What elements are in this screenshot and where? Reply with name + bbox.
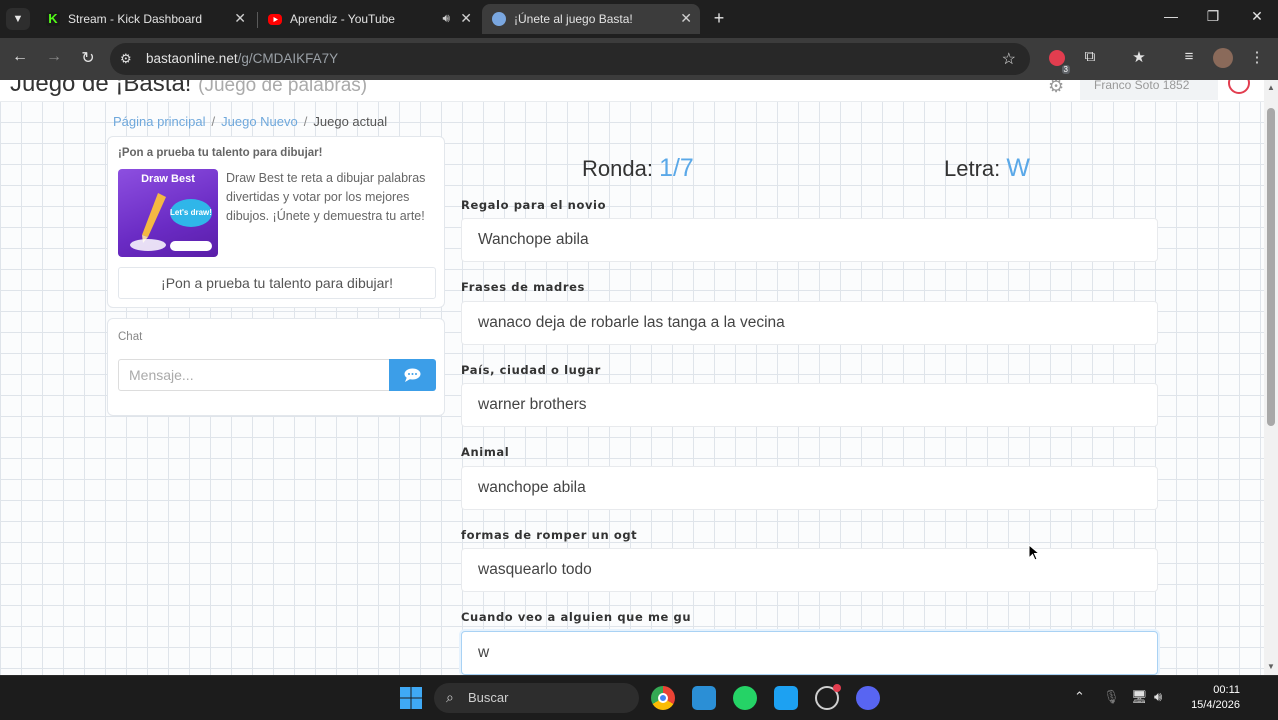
- whatsapp-icon[interactable]: [733, 686, 757, 710]
- favorites-icon[interactable]: ★: [1128, 48, 1150, 70]
- answer-input[interactable]: wasquearlo todo: [461, 548, 1158, 592]
- user-menu[interactable]: Franco Soto 1852: [1080, 80, 1218, 100]
- tab-title: ¡Únete al juego Basta!: [514, 12, 633, 26]
- breadcrumb: Página principal / Juego Nuevo / Juego actua…: [113, 114, 388, 129]
- chat-send-button[interactable]: [389, 359, 436, 391]
- twitter-icon[interactable]: [774, 686, 798, 710]
- chat-title: Chat: [118, 331, 143, 343]
- browser-toolbar: ← → ↻ ⚙ bastaonline.net/g/CMDAIKFA7Y ☆ 3…: [0, 38, 1278, 80]
- extension-adblock-icon[interactable]: 3: [1046, 48, 1070, 74]
- tab-youtube[interactable]: Aprendiz - YouTube 🔊︎ ✕: [258, 4, 480, 34]
- answer-input-active[interactable]: w: [461, 631, 1158, 675]
- scrollbar-thumb[interactable]: [1267, 108, 1275, 426]
- network-icon[interactable]: 🖥︎: [1131, 689, 1148, 705]
- category-label: formas de romper un ogt: [461, 528, 638, 542]
- youtube-logo-icon: [268, 14, 282, 25]
- close-tab-icon[interactable]: ✕: [460, 10, 472, 27]
- pencil-icon: [130, 193, 212, 251]
- clock-time: 00:11: [1213, 684, 1240, 696]
- chat-message-input[interactable]: Mensaje...: [118, 359, 390, 391]
- volume-icon[interactable]: 🔊︎: [1154, 689, 1162, 705]
- clock-date: 15/4/2026: [1191, 699, 1240, 711]
- basta-logo-icon: [492, 12, 506, 26]
- back-button[interactable]: ←: [9, 48, 31, 66]
- browser-tab-bar: ▼ K Stream - Kick Dashboard ✕ Aprendiz -…: [0, 0, 1278, 38]
- draw-best-image[interactable]: Draw Best Let's draw!: [118, 169, 218, 257]
- promo-card: ¡Pon a prueba tu talento para dibujar! D…: [107, 136, 445, 308]
- round-indicator: Ronda: 1/7: [582, 154, 694, 182]
- search-icon: ⌕: [446, 689, 454, 705]
- windows-taskbar: ⌕ Buscar ⌃ 🎙︎ 🖥︎ 🔊︎ 00:11 15/4/2026: [0, 675, 1278, 720]
- extension-badge: 3: [1061, 65, 1070, 74]
- promo-description: Draw Best te reta a dibujar palabras div…: [226, 171, 426, 223]
- answer-input[interactable]: wanaco deja de robarle las tanga a la ve…: [461, 301, 1158, 345]
- browser-menu-icon[interactable]: ⋮: [1246, 48, 1268, 70]
- breadcrumb-home[interactable]: Página principal: [113, 114, 206, 129]
- kick-logo-icon: K: [46, 12, 60, 26]
- new-tab-button[interactable]: +: [708, 8, 730, 29]
- category-label: País, ciudad o lugar: [461, 363, 601, 377]
- chrome-taskbar-icon[interactable]: [651, 686, 675, 710]
- tab-search-button[interactable]: ▼: [6, 8, 30, 30]
- tab-basta[interactable]: ¡Únete al juego Basta! ✕: [482, 4, 700, 34]
- letter-value: W: [1006, 154, 1030, 182]
- settings-gear-icon[interactable]: ⚙: [1048, 80, 1064, 97]
- close-window-button[interactable]: ✕: [1242, 8, 1272, 25]
- category-label: Cuando veo a alguien que me gu: [461, 610, 692, 624]
- windows-start-icon[interactable]: [399, 686, 423, 710]
- letter-indicator: Letra: W: [944, 154, 1030, 182]
- system-clock[interactable]: 00:11 15/4/2026: [1184, 683, 1240, 713]
- tab-title: Stream - Kick Dashboard: [68, 12, 203, 26]
- answer-input[interactable]: wanchope abila: [461, 466, 1158, 510]
- desktop-app-icon[interactable]: [692, 686, 716, 710]
- discord-icon[interactable]: [856, 686, 880, 710]
- tab-title: Aprendiz - YouTube: [290, 12, 395, 26]
- breadcrumb-new-game[interactable]: Juego Nuevo: [221, 114, 298, 129]
- minimize-button[interactable]: —: [1156, 8, 1186, 24]
- category-label: Regalo para el novio: [461, 198, 607, 212]
- promo-cta-button[interactable]: ¡Pon a prueba tu talento para dibujar!: [118, 267, 436, 299]
- round-value: 1/7: [659, 154, 694, 182]
- url-text: bastaonline.net/g/CMDAIKFA7Y: [146, 51, 339, 66]
- page-title: Juego de ¡Basta! (Juego de palabras): [10, 80, 368, 97]
- bookmark-star-icon[interactable]: ☆: [1002, 49, 1016, 69]
- page-viewport: Juego de ¡Basta! (Juego de palabras) ⚙ F…: [0, 80, 1264, 675]
- chat-card: Chat Mensaje...: [107, 318, 445, 416]
- category-label: Animal: [461, 445, 510, 459]
- forward-button[interactable]: →: [43, 48, 65, 66]
- tab-kick-dashboard[interactable]: K Stream - Kick Dashboard ✕: [36, 4, 254, 34]
- page-scrollbar[interactable]: ▲ ▼: [1264, 80, 1278, 675]
- taskbar-search[interactable]: ⌕ Buscar: [434, 683, 639, 713]
- chat-bubble-icon: [404, 368, 421, 382]
- media-control-icon[interactable]: ≡: [1178, 48, 1200, 70]
- promo-heading: ¡Pon a prueba tu talento para dibujar!: [118, 147, 323, 159]
- address-bar[interactable]: ⚙ bastaonline.net/g/CMDAIKFA7Y ☆: [110, 43, 1030, 75]
- tray-overflow-icon[interactable]: ⌃: [1074, 689, 1085, 705]
- profile-avatar[interactable]: [1212, 48, 1234, 70]
- restore-button[interactable]: ❐: [1198, 8, 1228, 25]
- reload-button[interactable]: ↻: [77, 48, 99, 68]
- breadcrumb-current: Juego actual: [313, 114, 388, 129]
- app-icon[interactable]: [815, 684, 841, 710]
- answer-input[interactable]: warner brothers: [461, 383, 1158, 427]
- speaker-icon[interactable]: 🔊︎: [442, 11, 450, 26]
- extensions-puzzle-icon[interactable]: ⧉: [1079, 48, 1101, 70]
- site-info-icon[interactable]: ⚙: [120, 51, 132, 67]
- close-tab-icon[interactable]: ✕: [234, 10, 246, 27]
- category-label: Frases de madres: [461, 280, 585, 294]
- close-tab-icon[interactable]: ✕: [680, 10, 692, 27]
- microphone-icon[interactable]: 🎙︎: [1103, 689, 1120, 705]
- mouse-cursor-icon: [1028, 544, 1040, 561]
- answer-input[interactable]: Wanchope abila: [461, 218, 1158, 262]
